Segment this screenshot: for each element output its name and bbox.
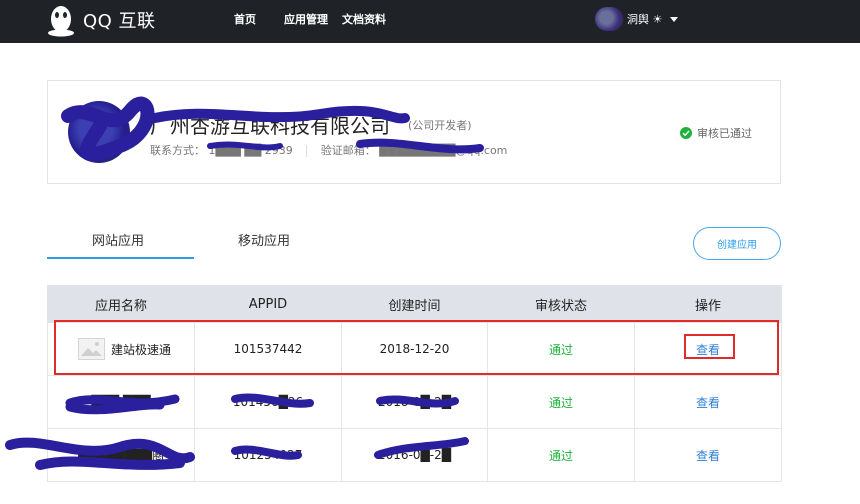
company-info-card: 广州杏游互联科技有限公司 (公司开发者) 联系方式： 1███ ██ 2939 … — [47, 80, 781, 184]
verification-status: 审核已通过 — [680, 125, 752, 141]
created-cell: 2018-0█-2█ — [341, 375, 488, 429]
app-name: 建站极速通 — [111, 342, 172, 357]
status-cell: 通过 — [487, 375, 635, 429]
created-cell: 2016-0█-2█ — [341, 428, 488, 482]
app-name-cell: ████████圈 — [47, 428, 195, 482]
penguin-logo-icon — [48, 6, 74, 37]
tab-mobile-apps[interactable]: 移动应用 — [238, 230, 290, 249]
qq-connect-logo[interactable]: QQ 互联 — [46, 3, 156, 37]
table-row: ████████圈 101254027 2016-0█-2█ 通过 查看 — [47, 428, 782, 482]
company-name: 广州杏游互联科技有限公司 — [150, 114, 390, 138]
developer-role-label: (公司开发者) — [408, 119, 472, 132]
divider — [306, 145, 308, 157]
image-placeholder-icon — [78, 338, 105, 360]
app-name-cell: 建站极速通 — [47, 322, 195, 376]
action-cell: 查看 — [634, 375, 782, 429]
view-button[interactable]: 查看 — [696, 449, 720, 463]
status-badge: 通过 — [548, 448, 573, 463]
view-button[interactable]: 查看 — [696, 343, 720, 357]
table-row: ███ ███ 101456█26 2018-0█-2█ 通过 查看 — [47, 375, 782, 429]
status-badge: 通过 — [548, 342, 573, 357]
check-circle-icon — [680, 127, 692, 139]
user-menu[interactable]: 洞舆 ☀ — [595, 7, 679, 31]
status-cell: 通过 — [487, 322, 635, 376]
appid-cell: 101254027 — [194, 428, 342, 482]
status-cell: 通过 — [487, 428, 635, 482]
column-header-appid: APPID — [194, 285, 342, 323]
contact-value: 1███ ██ 2939 — [208, 144, 293, 157]
action-cell: 查看 — [634, 322, 782, 376]
verification-status-text: 审核已通过 — [697, 127, 752, 140]
column-header-action: 操作 — [634, 285, 782, 323]
column-header-created: 创建时间 — [341, 285, 488, 323]
nav-docs[interactable]: 文档资料 — [342, 11, 386, 27]
email-label: 验证邮箱： — [320, 144, 376, 157]
logo-text: QQ 互联 — [83, 11, 156, 32]
app-name-cell: ███ ███ — [47, 375, 195, 429]
active-tab-indicator — [47, 257, 194, 259]
company-avatar — [68, 101, 130, 163]
nav-home[interactable]: 首页 — [234, 11, 256, 27]
status-badge: 通过 — [548, 395, 573, 410]
tab-web-apps[interactable]: 网站应用 — [92, 230, 144, 249]
top-navigation-bar: QQ 互联 首页 应用管理 文档资料 洞舆 ☀ — [0, 0, 860, 43]
appid-cell: 101456█26 — [194, 375, 342, 429]
column-header-status: 审核状态 — [487, 285, 635, 323]
action-cell: 查看 — [634, 428, 782, 482]
view-button[interactable]: 查看 — [696, 396, 720, 410]
create-app-button[interactable]: 创建应用 — [693, 227, 781, 260]
appid-cell: 101537442 — [194, 322, 342, 376]
avatar — [595, 7, 623, 31]
caret-down-icon — [670, 16, 679, 22]
contact-line: 联系方式： 1███ ██ 2939 验证邮箱： █████████@qq.co… — [150, 142, 507, 158]
app-table: 应用名称 APPID 创建时间 审核状态 操作 建站极速通 101537442 … — [47, 285, 782, 482]
column-header-app-name: 应用名称 — [47, 285, 195, 323]
contact-label: 联系方式： — [150, 144, 205, 157]
table-row: 建站极速通 101537442 2018-12-20 通过 查看 — [47, 322, 782, 376]
created-cell: 2018-12-20 — [341, 322, 488, 376]
user-name: 洞舆 ☀ — [627, 13, 663, 26]
nav-app-management[interactable]: 应用管理 — [284, 11, 328, 27]
table-header-row: 应用名称 APPID 创建时间 审核状态 操作 — [47, 285, 782, 323]
email-value: █████████@qq.com — [379, 144, 508, 157]
